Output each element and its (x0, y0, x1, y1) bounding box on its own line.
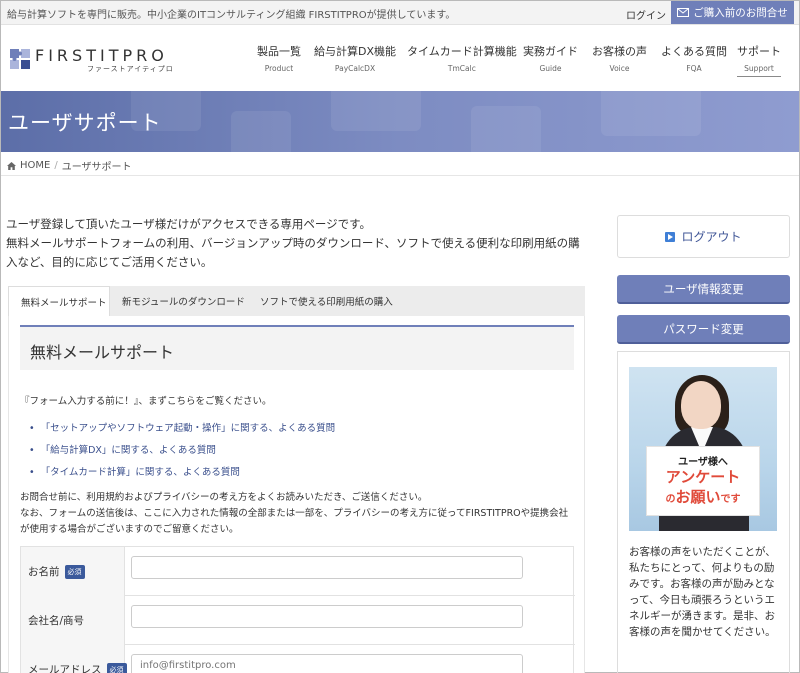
nav-item-fqa[interactable]: よくある質問 FQA (661, 43, 727, 73)
sign-line: アンケート (665, 468, 741, 486)
hero-decoration (471, 106, 541, 152)
page-title: ユーザサポート (8, 111, 162, 135)
pre-form-note: 『フォーム入力する前に！』、まずこちらをご覧ください。 (20, 396, 272, 407)
nav-item-tmcalc[interactable]: タイムカード計算機能 TmCalc (407, 43, 517, 73)
nav-sublabel: FQA (686, 64, 702, 73)
logout-button[interactable]: ログアウト (617, 215, 790, 258)
hero-decoration (331, 91, 421, 131)
section-header: 無料メールサポート (20, 325, 574, 370)
nav-label: 製品一覧 (257, 45, 301, 58)
section-title: 無料メールサポート (30, 343, 175, 362)
company-label-text: 会社名/商号 (28, 615, 85, 627)
nav-sublabel: TmCalc (447, 64, 476, 73)
privacy-notice: お問合せ前に、利用規約およびプライバシーの考え方をよくお読みいただき、ご送信くだ… (20, 490, 576, 538)
main-nav: 製品一覧 Product 給与計算DX機能 PayCalcDX タイムカード計算… (1, 43, 799, 91)
survey-banner: ユーザ様へ アンケート のお願いです お客様の声をいただくことが、私たちにとって… (617, 351, 790, 673)
user-info-button[interactable]: ユーザ情報変更 (617, 275, 790, 304)
company-label: 会社名/商号 (21, 596, 125, 645)
name-input[interactable] (131, 556, 523, 579)
nav-sublabel: Guide (539, 64, 562, 73)
nav-sublabel: PayCalcDX (334, 64, 376, 73)
notice-line: なお、フォームの送信後は、ここに入力された情報の全部または一部を、プライバシーの… (20, 508, 569, 535)
contact-button[interactable]: ご購入前のお問合せ (671, 1, 794, 24)
tab-mail-support[interactable]: 無料メールサポート (8, 286, 110, 316)
site-header: FIRSTITPRO ファーストアイティプロ 製品一覧 Product 給与計算… (1, 25, 799, 91)
email-label: メールアドレス 必須 (21, 645, 127, 673)
nav-label: 実務ガイド (523, 45, 578, 58)
sign-part: の (665, 494, 676, 505)
nav-sublabel: Product (264, 64, 294, 73)
sign-line: ユーザ様へ (678, 457, 728, 468)
site-tagline: 給与計算ソフトを専門に販売。中小企業のITコンサルティング組織 FIRSTITP… (7, 10, 456, 21)
intro-line: ユーザ登録して頂いたユーザ様だけがアクセスできる専用ページです。 (6, 217, 372, 231)
tab-paper-purchase[interactable]: ソフトで使える印刷用紙の購入 (248, 286, 405, 316)
faq-link-timecard[interactable]: 「タイムカード計算」に関する、よくある質問 (29, 464, 240, 478)
nav-item-guide[interactable]: 実務ガイド Guide (523, 43, 578, 73)
play-icon (665, 231, 676, 242)
required-badge: 必須 (106, 662, 127, 673)
survey-photo-face (681, 381, 721, 429)
support-tabs: 無料メールサポート 新モジュールのダウンロード ソフトで使える印刷用紙の購入 (8, 286, 585, 316)
form-row-email: メールアドレス 必須 (21, 645, 575, 673)
contact-label: ご購入前のお問合せ (693, 7, 788, 19)
notice-line: お問合せ前に、利用規約およびプライバシーの考え方をよくお読みいただき、ご送信くだ… (20, 492, 428, 503)
nav-sublabel: Support (744, 64, 774, 73)
form-row-name: お名前 必須 (21, 547, 575, 596)
mail-support-panel: 無料メールサポート 『フォーム入力する前に！』、まずこちらをご覧ください。 「セ… (8, 316, 585, 673)
survey-sign: ユーザ様へ アンケート のお願いです (646, 446, 760, 516)
login-link[interactable]: ログイン (626, 7, 666, 22)
faq-link-paycalc[interactable]: 「給与計算DX」に関する、よくある質問 (29, 442, 216, 456)
nav-label: タイムカード計算機能 (407, 45, 517, 58)
breadcrumb: HOME / ユーザサポート (1, 152, 799, 176)
nav-item-voice[interactable]: お客様の声 Voice (592, 43, 647, 73)
nav-label: サポート (737, 45, 781, 58)
survey-text: お客様の声をいただくことが、私たちにとって、何よりもの励みです。お客様の声が励み… (629, 546, 776, 638)
email-label-text: メールアドレス (28, 664, 102, 673)
breadcrumb-current: ユーザサポート (61, 162, 132, 173)
sign-line: のお願いです (647, 486, 759, 507)
nav-item-support[interactable]: サポート Support (737, 43, 781, 77)
nav-label: 給与計算DX機能 (314, 45, 397, 58)
nav-sublabel: Voice (609, 64, 630, 73)
required-badge: 必須 (64, 564, 85, 579)
logout-label: ログアウト (681, 230, 742, 244)
sign-part: お願い (675, 488, 721, 506)
support-form: お名前 必須 会社名/商号 メールアドレス 必須 (20, 546, 575, 673)
mail-icon (677, 8, 690, 17)
form-row-company: 会社名/商号 (21, 596, 575, 645)
nav-item-paycalcdx[interactable]: 給与計算DX機能 PayCalcDX (314, 43, 396, 73)
tab-module-download[interactable]: 新モジュールのダウンロード (110, 286, 257, 316)
survey-image[interactable]: ユーザ様へ アンケート のお願いです (629, 367, 777, 531)
password-change-button[interactable]: パスワード変更 (617, 315, 790, 344)
sign-part: です (720, 494, 741, 505)
breadcrumb-home-link[interactable]: HOME (20, 160, 50, 171)
email-input[interactable] (131, 654, 523, 673)
intro-text: ユーザ登録して頂いたユーザ様だけがアクセスできる専用ページです。 無料メールサポ… (6, 215, 591, 272)
breadcrumb-separator: / (54, 160, 58, 171)
hero-decoration (601, 91, 701, 136)
page-hero: ユーザサポート (1, 91, 799, 152)
name-label: お名前 必須 (21, 547, 125, 596)
intro-line: 無料メールサポートフォームの利用、バージョンアップ時のダウンロード、ソフトで使え… (6, 236, 580, 269)
name-label-text: お名前 (28, 566, 60, 578)
company-input[interactable] (131, 605, 523, 628)
nav-label: お客様の声 (592, 45, 647, 58)
top-bar: 給与計算ソフトを専門に販売。中小企業のITコンサルティング組織 FIRSTITP… (1, 1, 799, 25)
hero-decoration (231, 111, 291, 152)
home-icon (7, 161, 16, 170)
faq-link-setup[interactable]: 「セットアップやソフトウェア起動・操作」に関する、よくある質問 (29, 420, 336, 434)
nav-label: よくある質問 (661, 45, 727, 58)
nav-item-product[interactable]: 製品一覧 Product (257, 43, 301, 73)
